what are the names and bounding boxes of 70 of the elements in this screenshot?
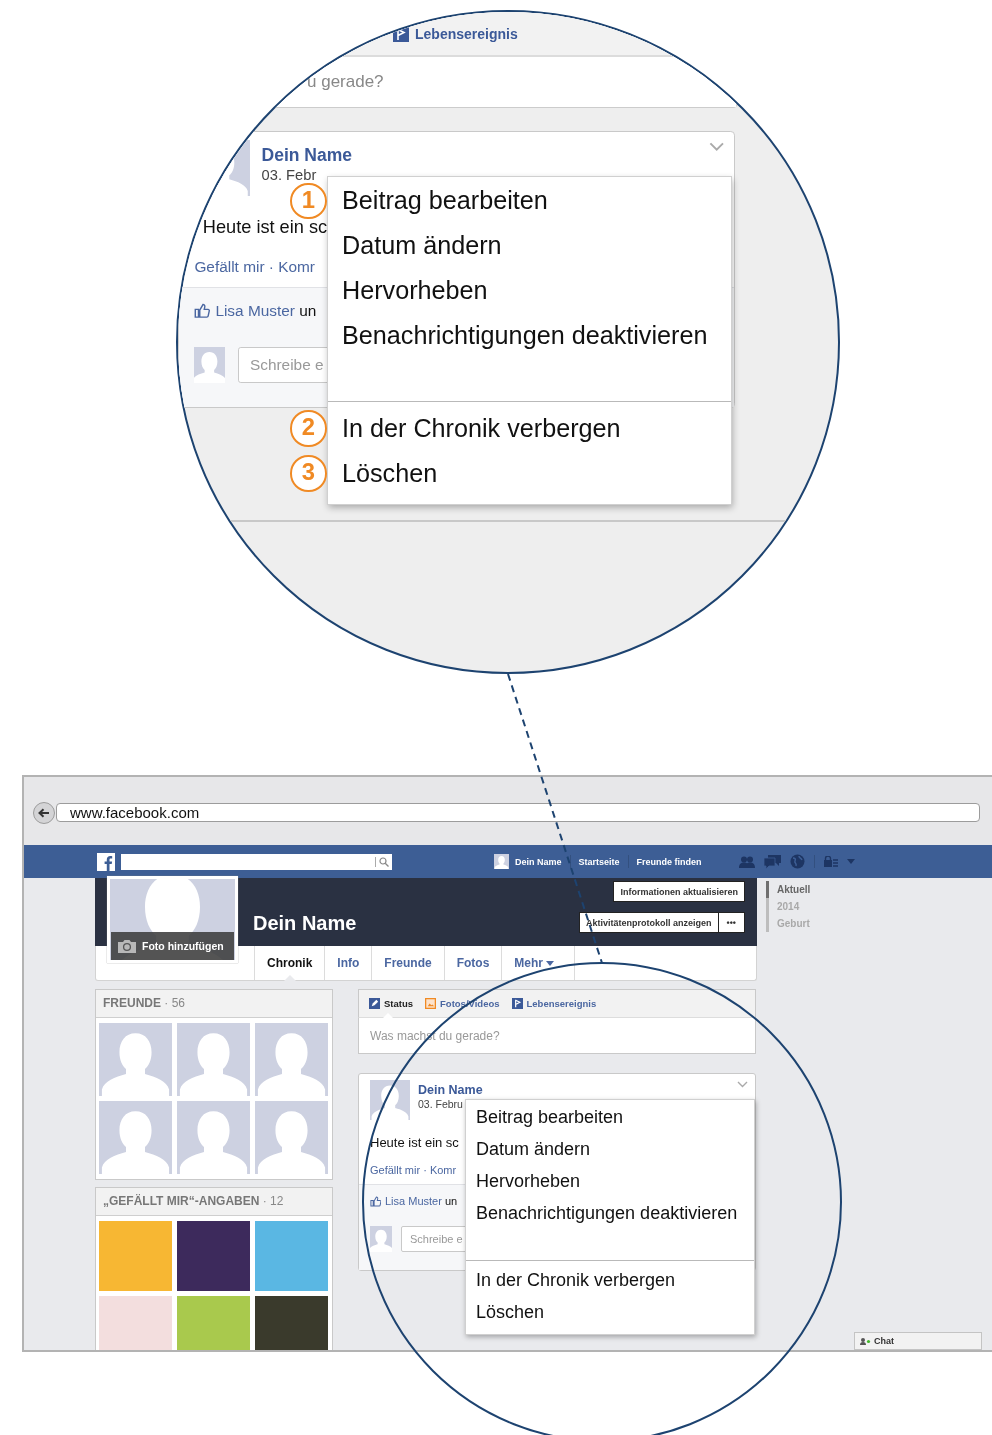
profile-tab[interactable]: Freunde (371, 946, 444, 980)
back-button[interactable] (33, 802, 55, 824)
profile-tab[interactable]: Fotos (443, 946, 502, 980)
camera-icon (118, 939, 136, 953)
nav-link[interactable]: Freunde finden (636, 856, 702, 867)
menu-item[interactable]: Benachrichtigungen deaktivieren (328, 312, 732, 358)
menu-item[interactable]: Beitrag bearbeiten (328, 178, 732, 224)
chevron-down-icon[interactable] (709, 141, 725, 152)
post-actions-link[interactable]: Gefällt mir · Komr (370, 1164, 457, 1176)
composer-tab[interactable]: Status (369, 990, 414, 1017)
globe-icon[interactable] (789, 854, 805, 869)
chat-button[interactable]: Chat (854, 1332, 982, 1350)
section-heading: FREUNDE · 56 (96, 990, 332, 1018)
thumbs-up-icon (194, 303, 210, 319)
menu-item[interactable]: Löschen (466, 1296, 754, 1328)
post-date: 03. Febru (418, 1098, 464, 1110)
composer-tab[interactable]: Lebensereignis (511, 990, 597, 1017)
profile-picture[interactable]: Foto hinzufügen (107, 876, 238, 963)
section-heading: „GEFÄLLT MIR“-ANGABEN · 12 (96, 1188, 332, 1216)
search-field[interactable] (121, 853, 392, 870)
step-number-badge: 2 (290, 410, 327, 447)
menu-item[interactable]: Hervorheben (466, 1165, 754, 1197)
pencil-icon (369, 998, 380, 1009)
post-date: 03. Febr (261, 166, 318, 183)
avatar (494, 854, 509, 869)
menu-item[interactable]: Hervorheben (328, 268, 732, 313)
search-icon[interactable] (379, 856, 389, 867)
back-arrow-icon (38, 808, 50, 818)
step-number-badge: 3 (290, 455, 327, 492)
menu-item[interactable]: Benachrichtigungen deaktivieren (466, 1197, 754, 1229)
likes-text: Lisa Muster un (215, 302, 317, 321)
menu-item[interactable]: In der Chronik verbergen (466, 1264, 754, 1296)
commenter-avatar (370, 1226, 392, 1252)
timeline-link[interactable]: Aktuell (766, 881, 811, 898)
profile-tab[interactable]: Mehr (501, 946, 576, 980)
flag-icon (393, 25, 409, 42)
post-text: Heute ist ein sc (370, 1135, 459, 1150)
menu-item[interactable]: In der Chronik verbergen (328, 406, 732, 451)
likes-text: Lisa Muster un (385, 1195, 458, 1207)
friends-icon[interactable] (738, 855, 755, 868)
more-button[interactable]: ••• (718, 912, 745, 933)
author-link[interactable]: Dein Name (261, 144, 353, 166)
profile-name: Dein Name (253, 912, 357, 936)
facebook-logo-icon[interactable] (97, 852, 115, 871)
flag-icon (511, 998, 523, 1009)
chevron-down-icon[interactable] (737, 1081, 748, 1088)
nav-link[interactable]: Startseite (578, 856, 620, 867)
menu-item[interactable]: Datum ändern (328, 223, 732, 268)
post-text: Heute ist ein sc (202, 217, 328, 239)
post-actions-link[interactable]: Gefällt mir · Komr (194, 258, 315, 276)
composer-tab[interactable]: Lebensereignis (393, 25, 518, 42)
activity-log-button[interactable]: Aktivitätenprotokoll anzeigen (579, 912, 719, 933)
update-info-button[interactable]: Informationen aktualisieren (613, 881, 745, 902)
profile-tab[interactable]: Chronik (254, 946, 325, 980)
chat-status-icon (860, 1337, 871, 1345)
thumbs-up-icon (370, 1195, 381, 1207)
menu-item[interactable]: Löschen (328, 450, 732, 496)
caret-down-icon[interactable] (846, 859, 855, 864)
address-bar[interactable]: www.facebook.com (56, 803, 980, 822)
add-photo-button[interactable]: Foto hinzufügen (111, 932, 234, 960)
avatar (370, 1080, 410, 1120)
photo-icon (425, 998, 437, 1009)
commenter-avatar (194, 346, 226, 384)
author-link[interactable]: Dein Name (418, 1083, 483, 1097)
privacy-icon[interactable] (823, 856, 838, 867)
profile-link[interactable]: Dein Name (515, 856, 562, 867)
menu-item[interactable]: Beitrag bearbeiten (466, 1101, 754, 1133)
menu-item[interactable]: Datum ändern (466, 1133, 754, 1165)
profile-tab[interactable]: Info (324, 946, 372, 980)
messages-icon[interactable] (763, 854, 781, 869)
